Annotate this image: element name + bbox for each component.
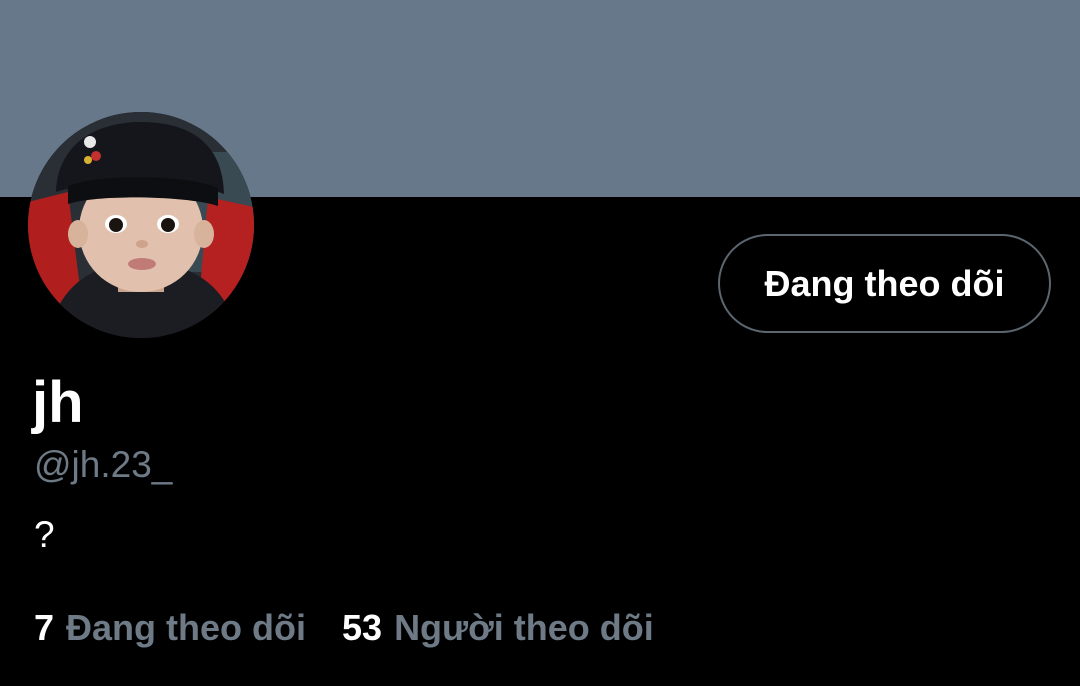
- following-button[interactable]: Đang theo dõi: [718, 234, 1051, 333]
- display-name: jh: [32, 370, 84, 435]
- user-handle: @jh.23_: [34, 444, 173, 485]
- following-stat[interactable]: 7 Đang theo dõi: [34, 604, 306, 652]
- followers-label: Người theo dõi: [394, 607, 654, 648]
- profile-bio: ?: [34, 514, 55, 555]
- followers-count: 53: [342, 607, 383, 648]
- profile-page: Đang theo dõi jh @jh.23_ ? 7 Đang theo d…: [0, 0, 1080, 686]
- follow-stats: 7 Đang theo dõi 53 Người theo dõi: [34, 604, 654, 652]
- avatar[interactable]: [28, 112, 254, 338]
- followers-stat[interactable]: 53 Người theo dõi: [342, 604, 654, 652]
- following-label: Đang theo dõi: [66, 607, 307, 648]
- following-count: 7: [34, 607, 55, 648]
- avatar-photo: [28, 112, 254, 338]
